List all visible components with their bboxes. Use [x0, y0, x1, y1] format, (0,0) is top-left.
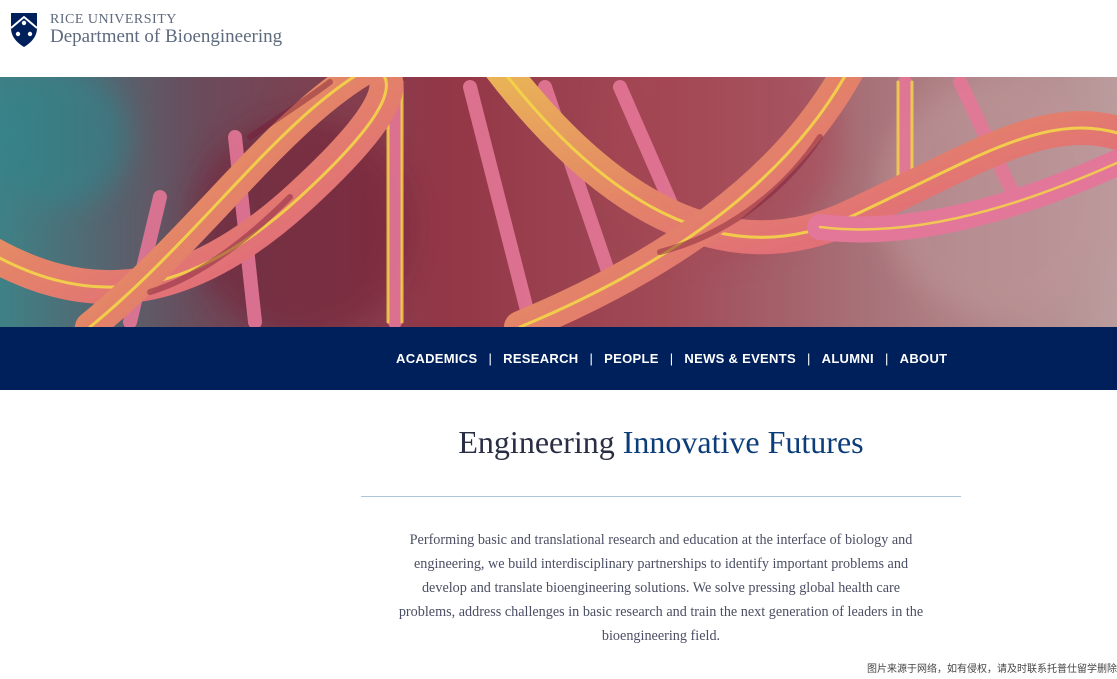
nav-list: ACADEMICS | RESEARCH | PEOPLE | NEWS & E… — [396, 327, 947, 390]
main-navigation: ACADEMICS | RESEARCH | PEOPLE | NEWS & E… — [0, 327, 1117, 390]
nav-item-people[interactable]: PEOPLE — [604, 351, 659, 366]
nav-item-academics[interactable]: ACADEMICS — [396, 351, 477, 366]
site-header: RICE UNIVERSITY Department of Bioenginee… — [0, 0, 1117, 77]
hero-banner — [0, 77, 1117, 327]
image-source-watermark: 图片来源于网络，如有侵权，请及时联系托普仕留学删除 — [867, 664, 1117, 675]
nav-separator: | — [669, 351, 674, 366]
department-name[interactable]: Department of Bioengineering — [50, 26, 282, 48]
nav-item-about[interactable]: ABOUT — [900, 351, 948, 366]
nav-item-news-events[interactable]: NEWS & EVENTS — [684, 351, 796, 366]
intro-paragraph: Performing basic and translational resea… — [398, 532, 924, 644]
nav-separator: | — [589, 351, 594, 366]
nav-separator: | — [806, 351, 811, 366]
section-divider — [361, 496, 961, 497]
headline-plain: Engineering — [458, 424, 623, 460]
page-headline: Engineering Innovative Futures — [361, 424, 961, 461]
nav-item-alumni[interactable]: ALUMNI — [822, 351, 874, 366]
nav-separator: | — [884, 351, 889, 366]
nav-item-research[interactable]: RESEARCH — [503, 351, 578, 366]
headline-accent: Innovative Futures — [622, 424, 864, 460]
dna-helix-image — [0, 77, 1117, 327]
nav-separator: | — [488, 351, 493, 366]
rice-shield-icon[interactable] — [10, 12, 38, 48]
